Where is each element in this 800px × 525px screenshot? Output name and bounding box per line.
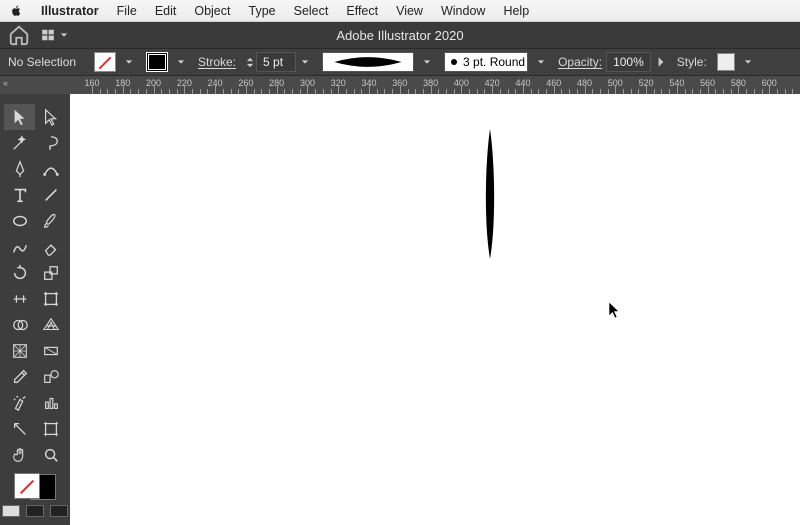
width-tool[interactable]	[4, 286, 35, 312]
app-titlebar: Adobe Illustrator 2020	[0, 22, 800, 48]
variable-width-profile[interactable]	[322, 52, 414, 72]
zoom-tool[interactable]	[35, 442, 66, 468]
type-menu[interactable]: Type	[249, 4, 276, 18]
slice-tool[interactable]	[4, 416, 35, 442]
fill-stroke-control[interactable]	[14, 473, 56, 500]
free-transform-tool[interactable]	[35, 286, 66, 312]
perspective-grid-tool[interactable]	[35, 312, 66, 338]
type-tool[interactable]	[4, 182, 35, 208]
app-menu[interactable]: Illustrator	[41, 4, 99, 18]
artboard-tool[interactable]	[35, 416, 66, 442]
color-mode-none[interactable]	[50, 505, 68, 517]
ellipse-tool[interactable]	[4, 208, 35, 234]
line-segment-tool[interactable]	[35, 182, 66, 208]
magic-wand-tool[interactable]	[4, 130, 35, 156]
help-menu[interactable]: Help	[503, 4, 529, 18]
lasso-tool[interactable]	[35, 130, 66, 156]
paintbrush-tool[interactable]	[35, 208, 66, 234]
color-mode-row	[2, 505, 68, 517]
mesh-tool[interactable]	[4, 338, 35, 364]
effect-menu[interactable]: Effect	[346, 4, 378, 18]
horizontal-ruler[interactable]: « 16018020022024026028030032034036038040…	[0, 76, 800, 94]
brush-dropdown-icon[interactable]	[534, 55, 548, 69]
scale-tool[interactable]	[35, 260, 66, 286]
object-menu[interactable]: Object	[194, 4, 230, 18]
brush-dot-icon	[451, 59, 457, 65]
shape-builder-tool[interactable]	[4, 312, 35, 338]
profile-dropdown-icon[interactable]	[420, 55, 434, 69]
tools-panel	[0, 94, 70, 525]
stroke-dropdown-icon[interactable]	[174, 55, 188, 69]
eyedropper-tool[interactable]	[4, 364, 35, 390]
fill-dropdown-icon[interactable]	[122, 55, 136, 69]
cursor-arrow-icon	[608, 301, 622, 319]
app-title: Adobe Illustrator 2020	[0, 28, 800, 43]
file-menu[interactable]: File	[117, 4, 137, 18]
shaper-tool[interactable]	[4, 234, 35, 260]
apple-menu-icon[interactable]	[10, 4, 23, 17]
eraser-tool[interactable]	[35, 234, 66, 260]
style-dropdown-icon[interactable]	[741, 55, 755, 69]
stroke-swatch[interactable]	[146, 52, 168, 72]
stroke-label[interactable]: Stroke:	[198, 55, 236, 69]
window-menu[interactable]: Window	[441, 4, 485, 18]
rotate-tool[interactable]	[4, 260, 35, 286]
pen-tool[interactable]	[4, 156, 35, 182]
control-bar: No Selection Stroke: 5 pt 3 pt. Round Op…	[0, 48, 800, 76]
fill-color-proxy[interactable]	[14, 473, 40, 499]
opacity-label[interactable]: Opacity:	[558, 55, 602, 69]
symbol-sprayer-tool[interactable]	[4, 390, 35, 416]
fill-swatch[interactable]	[94, 52, 116, 72]
document-arrange-dropdown[interactable]	[40, 28, 68, 42]
canvas[interactable]	[70, 94, 800, 525]
drawn-brush-stroke[interactable]	[480, 129, 500, 259]
gradient-tool[interactable]	[35, 338, 66, 364]
view-menu[interactable]: View	[396, 4, 423, 18]
stroke-width-stepper[interactable]	[246, 57, 254, 68]
opacity-field[interactable]: 100%	[606, 52, 651, 72]
selection-tool[interactable]	[4, 104, 35, 130]
brush-definition-label: 3 pt. Round	[463, 55, 525, 69]
opacity-more-icon[interactable]	[655, 56, 667, 68]
style-label: Style:	[677, 55, 707, 69]
home-button-icon[interactable]	[8, 26, 30, 44]
color-mode-gradient[interactable]	[26, 505, 44, 517]
stroke-width-dropdown-icon[interactable]	[298, 55, 312, 69]
blend-tool[interactable]	[35, 364, 66, 390]
macos-menubar: Illustrator File Edit Object Type Select…	[0, 0, 800, 22]
direct-selection-tool[interactable]	[35, 104, 66, 130]
graphic-style-swatch[interactable]	[717, 53, 735, 71]
selection-status: No Selection	[8, 55, 84, 69]
stroke-width-field[interactable]: 5 pt	[256, 52, 296, 72]
column-graph-tool[interactable]	[35, 390, 66, 416]
select-menu[interactable]: Select	[294, 4, 329, 18]
brush-definition-field[interactable]: 3 pt. Round	[444, 52, 528, 72]
hand-tool[interactable]	[4, 442, 35, 468]
curvature-tool[interactable]	[35, 156, 66, 182]
color-mode-solid[interactable]	[2, 505, 20, 517]
workspace	[0, 94, 800, 525]
edit-menu[interactable]: Edit	[155, 4, 177, 18]
